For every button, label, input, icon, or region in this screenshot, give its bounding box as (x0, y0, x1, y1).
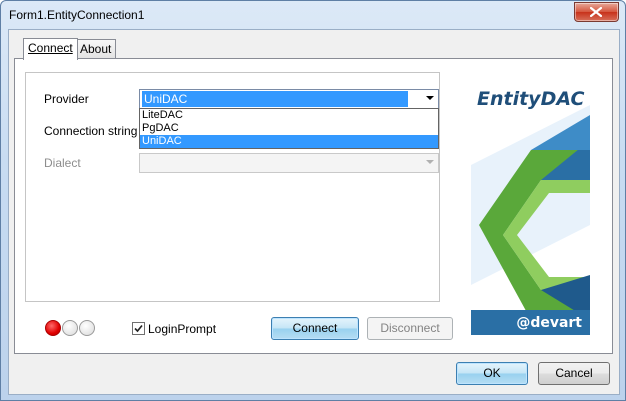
close-icon (590, 7, 602, 17)
provider-option-litedac[interactable]: LiteDAC (140, 109, 438, 122)
tab-connect[interactable]: Connect (23, 38, 78, 60)
cancel-button[interactable]: Cancel (538, 362, 610, 385)
cancel-button-label: Cancel (555, 366, 593, 380)
status-light-off (62, 320, 78, 336)
window-title: Form1.EntityConnection1 (9, 8, 145, 22)
ok-button-label: OK (483, 366, 501, 380)
disconnect-button-label: Disconnect (380, 321, 440, 335)
tab-about-label: About (80, 42, 112, 56)
provider-dropdown-list: LiteDAC PgDAC UniDAC (139, 108, 439, 149)
close-button[interactable] (574, 2, 619, 22)
entitydac-logo: EntityDAC @devart (471, 75, 590, 335)
logo-title: EntityDAC (477, 88, 585, 110)
chevron-down-icon (426, 160, 434, 164)
connect-button[interactable]: Connect (271, 317, 359, 340)
dialect-select-value (142, 155, 146, 171)
status-light-red (45, 320, 61, 336)
title-bar[interactable]: Form1.EntityConnection1 (1, 1, 625, 29)
login-prompt-checkbox[interactable] (132, 322, 145, 335)
provider-select[interactable]: UniDAC (139, 89, 439, 109)
dialect-label: Dialect (44, 156, 81, 170)
provider-select-value: UniDAC (142, 91, 408, 107)
devart-brand: @devart (516, 315, 582, 331)
provider-label: Provider (44, 92, 89, 106)
tab-connect-label: Connect (28, 41, 73, 55)
tab-about[interactable]: About (75, 39, 117, 58)
dialog-window: Form1.EntityConnection1 Connect About Pr… (0, 0, 626, 401)
ok-button[interactable]: OK (456, 362, 528, 385)
chevron-down-icon[interactable] (426, 96, 434, 100)
check-icon (134, 324, 143, 333)
status-light-off (79, 320, 95, 336)
disconnect-button: Disconnect (367, 317, 453, 340)
dialect-select (139, 153, 439, 173)
provider-option-unidac[interactable]: UniDAC (140, 135, 438, 148)
login-prompt-label[interactable]: LoginPrompt (148, 322, 216, 336)
provider-option-pgdac[interactable]: PgDAC (140, 122, 438, 135)
entitydac-logo-graphic (471, 105, 590, 320)
connect-button-label: Connect (292, 321, 338, 335)
connection-string-label: Connection string (44, 124, 138, 138)
